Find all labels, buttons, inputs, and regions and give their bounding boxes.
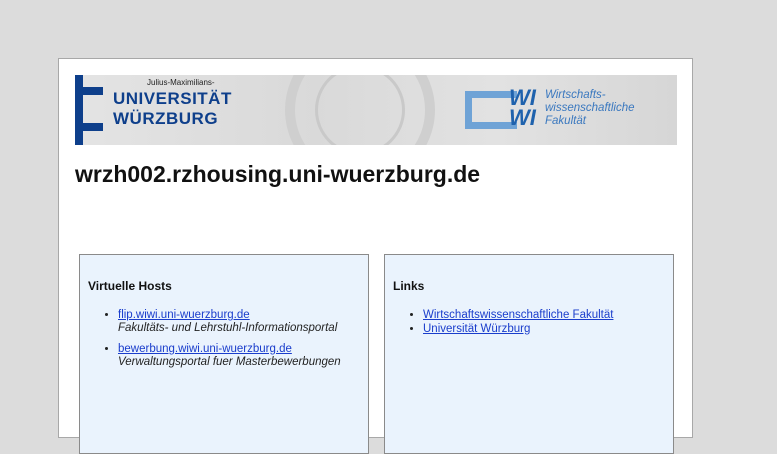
faculty-logo-line: Wirtschafts- xyxy=(545,89,606,101)
logo-bracket xyxy=(75,87,103,131)
logo-line-universitaet: UNIVERSITÄT xyxy=(113,89,232,108)
page-container: Julius-Maximilians- UNIVERSITÄT WÜRZBURG… xyxy=(58,58,693,454)
host-description: Fakultäts- und Lehrstuhl-Informationspor… xyxy=(118,322,338,334)
faculty-logo[interactable]: WI WI Wirtschafts- wissenschaftliche Fak… xyxy=(465,87,670,135)
faculty-logo-line: Fakultät xyxy=(545,115,586,127)
page-title: wrzh002.rzhousing.uni-wuerzburg.de xyxy=(75,161,481,187)
link-university[interactable]: Universität Würzburg xyxy=(423,323,530,335)
links-list: Wirtschaftswissenschaftliche Fakultät Un… xyxy=(393,309,665,336)
panel-title: Virtuelle Hosts xyxy=(88,279,172,293)
logo-line-wuerzburg: WÜRZBURG xyxy=(113,109,219,128)
host-link-flip[interactable]: flip.wiwi.uni-wuerzburg.de xyxy=(118,309,250,321)
list-item: flip.wiwi.uni-wuerzburg.de Fakultäts- un… xyxy=(118,309,360,335)
virtual-hosts-list: flip.wiwi.uni-wuerzburg.de Fakultäts- un… xyxy=(88,309,360,369)
university-logo[interactable]: Julius-Maximilians- UNIVERSITÄT WÜRZBURG xyxy=(75,75,250,145)
list-item: Universität Würzburg xyxy=(423,323,665,336)
faculty-logo-line: wissenschaftliche xyxy=(545,102,635,114)
virtual-hosts-panel: Virtuelle Hosts flip.wiwi.uni-wuerzburg.… xyxy=(79,254,369,454)
list-item: Wirtschaftswissenschaftliche Fakultät xyxy=(423,309,665,322)
links-panel: Links Wirtschaftswissenschaftliche Fakul… xyxy=(384,254,674,454)
host-description: Verwaltungsportal fuer Masterbewerbungen xyxy=(118,356,341,368)
faculty-logo-wi-bottom: WI xyxy=(509,105,536,130)
seal-watermark-inner xyxy=(315,75,405,145)
host-link-bewerbung[interactable]: bewerbung.wiwi.uni-wuerzburg.de xyxy=(118,343,292,355)
link-faculty[interactable]: Wirtschaftswissenschaftliche Fakultät xyxy=(423,309,613,321)
faculty-logo-text: Wirtschafts- wissenschaftliche Fakultät xyxy=(545,89,634,128)
panel-title: Links xyxy=(393,279,425,293)
logo-small-text: Julius-Maximilians- xyxy=(147,78,215,87)
list-item: bewerbung.wiwi.uni-wuerzburg.de Verwaltu… xyxy=(118,343,360,369)
header-banner: Julius-Maximilians- UNIVERSITÄT WÜRZBURG… xyxy=(75,75,677,145)
